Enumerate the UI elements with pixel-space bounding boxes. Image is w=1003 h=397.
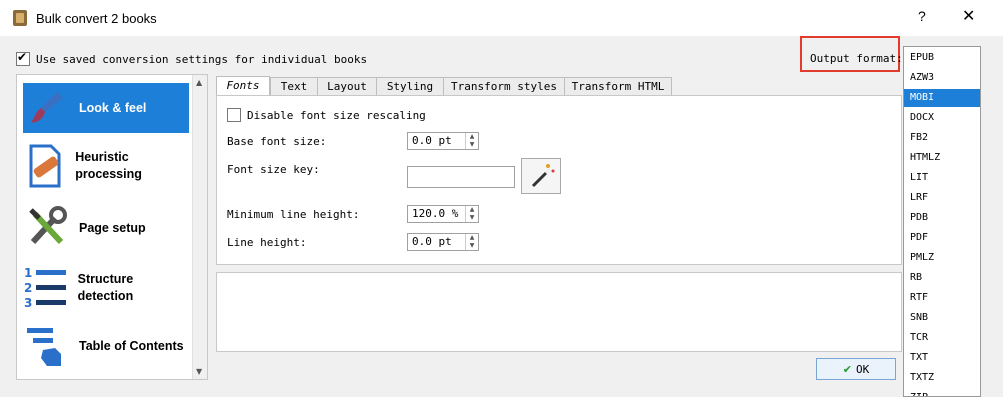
tab-styling[interactable]: Styling [376,77,444,95]
scroll-down-icon[interactable]: ▼ [196,367,202,376]
format-option[interactable]: TXT [904,349,980,367]
format-option[interactable]: PDF [904,229,980,247]
checkmark-icon: ✔ [842,362,852,376]
base-font-size-value: 0.0 pt [412,134,452,147]
calibre-app-icon [13,10,27,26]
output-format-dropdown[interactable]: EPUB AZW3 MOBI DOCX FB2 HTMLZ LIT LRF PD… [903,46,981,397]
sidebar-item-look-feel[interactable]: Look & feel [23,83,189,133]
line-height-label: Line height: [227,236,307,249]
svg-text:1: 1 [24,266,32,280]
numbered-list-icon: 1 2 3 [23,264,70,312]
sidebar-item-label: Page setup [79,220,146,235]
toc-hand-icon [23,322,71,370]
sidebar-item-label: Structure detection [77,272,134,303]
sidebar-item-structure-detection[interactable]: 1 2 3 Structure detection [23,263,189,313]
format-option[interactable]: HTMLZ [904,149,980,167]
help-button[interactable]: ? [918,8,934,24]
font-size-wizard-button[interactable] [521,158,561,194]
format-option[interactable]: TXTZ [904,369,980,387]
format-option[interactable]: RTF [904,289,980,307]
sidebar-scrollbar[interactable]: ▲ ▼ [192,75,207,379]
format-option[interactable]: PMLZ [904,249,980,267]
format-option[interactable]: EPUB [904,49,980,67]
format-option-selected[interactable]: MOBI [904,89,980,107]
sidebar-item-table-of-contents[interactable]: Table of Contents [23,321,189,371]
help-text-area [216,272,902,352]
min-line-height-label: Minimum line height: [227,208,360,221]
format-option[interactable]: LRF [904,189,980,207]
format-option[interactable]: RB [904,269,980,287]
title-bar: Bulk convert 2 books ? ✕ [0,0,1003,36]
window-title: Bulk convert 2 books [36,11,157,26]
tab-transform-html[interactable]: Transform HTML [564,77,672,95]
fonts-panel: Disable font size rescaling Base font si… [216,95,902,265]
sidebar-item-heuristic-processing[interactable]: Heuristic processing [23,141,189,191]
bandaged-document-icon [23,142,67,190]
use-saved-settings-checkbox[interactable]: Use saved conversion settings for indivi… [16,50,368,66]
spin-arrows-icon[interactable]: ▲ ▼ [465,234,478,250]
format-option[interactable]: FB2 [904,129,980,147]
base-font-size-label: Base font size: [227,135,327,148]
tools-icon [23,204,71,252]
format-option[interactable]: PDB [904,209,980,227]
spin-arrows-icon[interactable]: ▲ ▼ [465,133,478,149]
ok-button-label: OK [855,362,870,376]
svg-text:2: 2 [24,281,32,295]
format-option[interactable]: ZIP [904,389,980,396]
min-line-height-value: 120.0 % [412,207,459,220]
scroll-up-icon[interactable]: ▲ [196,78,202,87]
font-size-key-input[interactable] [407,166,515,188]
line-height-value: 0.0 pt [412,235,452,248]
close-button[interactable]: ✕ [962,6,978,26]
settings-sidebar: Look & feel Heuristic processing Page se… [16,74,208,380]
disable-rescaling-checkbox[interactable]: Disable font size rescaling [227,108,426,122]
tab-fonts[interactable]: Fonts [216,76,270,96]
tab-transform-styles[interactable]: Transform styles [443,77,565,95]
ok-button[interactable]: ✔ OK [816,358,896,380]
min-line-height-spinbox[interactable]: 120.0 % ▲ ▼ [407,205,479,223]
tab-layout[interactable]: Layout [317,77,377,95]
sidebar-item-label: Look & feel [79,100,147,115]
use-saved-settings-label: Use saved conversion settings for indivi… [36,52,368,66]
base-font-size-spinbox[interactable]: 0.0 pt ▲ ▼ [407,132,479,150]
sidebar-item-page-setup[interactable]: Page setup [23,203,189,253]
sidebar-item-label: Table of Contents [79,338,184,353]
format-option[interactable]: DOCX [904,109,980,127]
format-option[interactable]: LIT [904,169,980,187]
tab-text[interactable]: Text [270,77,318,95]
paintbrush-icon [23,84,71,132]
format-option[interactable]: SNB [904,309,980,327]
checkbox-icon[interactable] [16,50,30,66]
format-option[interactable]: TCR [904,329,980,347]
disable-rescaling-label: Disable font size rescaling [247,108,426,122]
spin-arrows-icon[interactable]: ▲ ▼ [465,206,478,222]
sidebar-item-label: Heuristic processing [75,150,142,181]
format-option[interactable]: AZW3 [904,69,980,87]
font-size-key-label: Font size key: [227,163,320,176]
checkbox-icon[interactable] [227,108,241,122]
svg-text:3: 3 [24,296,32,310]
line-height-spinbox[interactable]: 0.0 pt ▲ ▼ [407,233,479,251]
magic-wand-icon [531,164,555,188]
output-format-label: Output format: [810,52,903,65]
window-edge [981,36,1003,397]
